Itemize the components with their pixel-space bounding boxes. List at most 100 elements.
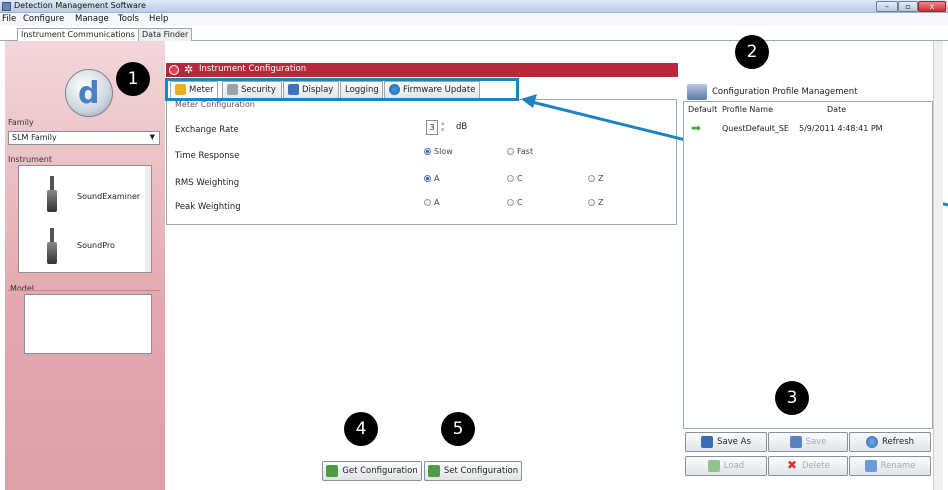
- get-configuration-button[interactable]: Get Configuration: [322, 461, 422, 481]
- logo-letter: d: [78, 76, 100, 111]
- floppy-icon: [789, 435, 802, 448]
- exchange-rate-input[interactable]: 3: [426, 120, 438, 135]
- radio-label: Fast: [517, 147, 534, 156]
- radio-icon: [507, 199, 514, 206]
- delete-x-icon: ✖: [787, 457, 798, 472]
- close-button[interactable]: x: [918, 1, 946, 12]
- menu-configure[interactable]: Configure: [23, 14, 64, 24]
- button-label: Load: [723, 461, 745, 471]
- instrument-label: Instrument: [8, 155, 53, 164]
- time-response-label: Time Response: [175, 151, 240, 161]
- instrument-config-title: Instrument Configuration: [199, 64, 307, 74]
- menu-help[interactable]: Help: [149, 14, 168, 24]
- radio-label: Slow: [434, 147, 453, 156]
- exchange-rate-unit: dB: [456, 122, 468, 132]
- callout-3: 3: [775, 381, 809, 415]
- menu-file[interactable]: File: [2, 14, 16, 24]
- radio-peak-c[interactable]: C: [507, 198, 523, 208]
- app-icon: [2, 2, 11, 11]
- button-label: Get Configuration: [342, 466, 418, 476]
- instrument-item-soundexaminer[interactable]: SoundExaminer: [20, 168, 145, 220]
- save-as-icon: [701, 435, 714, 448]
- radio-icon: [588, 175, 595, 182]
- radio-label: Z: [598, 198, 604, 207]
- callout-5: 5: [441, 412, 475, 446]
- radio-icon: [507, 148, 514, 155]
- model-label: Model: [10, 284, 35, 293]
- instrument-name: SoundPro: [77, 241, 115, 250]
- col-default[interactable]: Default: [688, 105, 717, 114]
- exchange-rate-label: Exchange Rate: [175, 125, 239, 135]
- title-bar: Detection Management Software – ▫ x: [0, 0, 948, 13]
- menu-manage[interactable]: Manage: [75, 14, 109, 24]
- profile-list[interactable]: Default Profile Name Date ➡ QuestDefault…: [683, 101, 933, 429]
- tab-instrument-communications[interactable]: Instrument Communications: [17, 28, 139, 41]
- instrument-name: SoundExaminer: [77, 192, 141, 201]
- set-config-icon: [427, 464, 440, 477]
- family-select[interactable]: SLM Family ▼: [8, 131, 160, 145]
- meter-config-group-title: Meter Configuration: [175, 100, 255, 109]
- load-icon: [707, 459, 720, 472]
- rms-weighting-label: RMS Weighting: [175, 178, 240, 188]
- right-scrollbar[interactable]: [933, 41, 943, 490]
- radio-time-slow[interactable]: Slow: [424, 147, 453, 157]
- minimize-button[interactable]: –: [876, 1, 898, 12]
- menu-tools[interactable]: Tools: [118, 14, 139, 24]
- radio-label: A: [434, 198, 440, 207]
- family-label: Family: [8, 118, 34, 127]
- radio-selected-icon: [424, 175, 431, 182]
- button-label: Rename: [880, 461, 916, 471]
- profile-mgmt-title: Configuration Profile Management: [712, 87, 858, 97]
- delete-button[interactable]: ✖ Delete: [768, 456, 848, 476]
- sound-meter-icon: [47, 228, 57, 264]
- family-value: SLM Family: [12, 133, 57, 142]
- instrument-item-soundpro[interactable]: SoundPro: [20, 220, 145, 272]
- model-list[interactable]: [24, 294, 152, 354]
- menu-bar: File Configure Manage Tools Help: [0, 13, 948, 26]
- radio-peak-a[interactable]: A: [424, 198, 439, 208]
- radio-icon: [588, 199, 595, 206]
- load-button[interactable]: Load: [685, 456, 767, 476]
- radio-label: A: [434, 174, 440, 183]
- maximize-button[interactable]: ▫: [898, 1, 918, 12]
- radio-peak-z[interactable]: Z: [588, 198, 603, 208]
- radio-rms-c[interactable]: C: [507, 174, 523, 184]
- refresh-icon: [865, 435, 878, 448]
- tab-data-finder[interactable]: Data Finder: [138, 28, 193, 41]
- button-label: Save: [805, 437, 827, 447]
- col-profile-name[interactable]: Profile Name: [722, 105, 773, 114]
- collapse-icon[interactable]: [169, 65, 179, 75]
- peak-weighting-label: Peak Weighting: [175, 202, 241, 212]
- rename-icon: [864, 459, 877, 472]
- app-tab-strip: Instrument Communications Data Finder: [0, 26, 948, 41]
- radio-icon: [507, 175, 514, 182]
- callout-2: 2: [735, 35, 769, 69]
- get-config-icon: [326, 464, 339, 477]
- set-configuration-button[interactable]: Set Configuration: [424, 461, 522, 481]
- radio-label: C: [517, 198, 523, 207]
- chevron-down-icon: ▼: [149, 133, 155, 141]
- button-label: Delete: [802, 461, 830, 471]
- button-label: Save As: [717, 437, 751, 447]
- radio-icon: [424, 199, 431, 206]
- default-arrow-icon: ➡: [691, 121, 702, 135]
- col-date[interactable]: Date: [827, 105, 846, 114]
- callout-4: 4: [344, 412, 378, 446]
- radio-label: C: [517, 174, 523, 183]
- save-button[interactable]: Save: [768, 432, 848, 452]
- tabs-highlight-box: [165, 78, 519, 101]
- model-divider: [8, 290, 160, 291]
- radio-rms-z[interactable]: Z: [588, 174, 603, 184]
- refresh-button[interactable]: Refresh: [849, 432, 931, 452]
- stepper-arrows-icon[interactable]: ▴ ▾: [441, 120, 445, 134]
- radio-time-fast[interactable]: Fast: [507, 147, 533, 157]
- rename-button[interactable]: Rename: [849, 456, 931, 476]
- button-label: Set Configuration: [443, 466, 519, 476]
- window-title: Detection Management Software: [14, 1, 146, 10]
- callout-1: 1: [116, 62, 150, 96]
- instrument-scrollbar[interactable]: [145, 166, 151, 272]
- instrument-config-header: ✲ Instrument Configuration: [166, 63, 678, 77]
- save-as-button[interactable]: Save As: [685, 432, 767, 452]
- profile-name-cell[interactable]: QuestDefault_SE: [722, 124, 789, 133]
- radio-rms-a[interactable]: A: [424, 174, 439, 184]
